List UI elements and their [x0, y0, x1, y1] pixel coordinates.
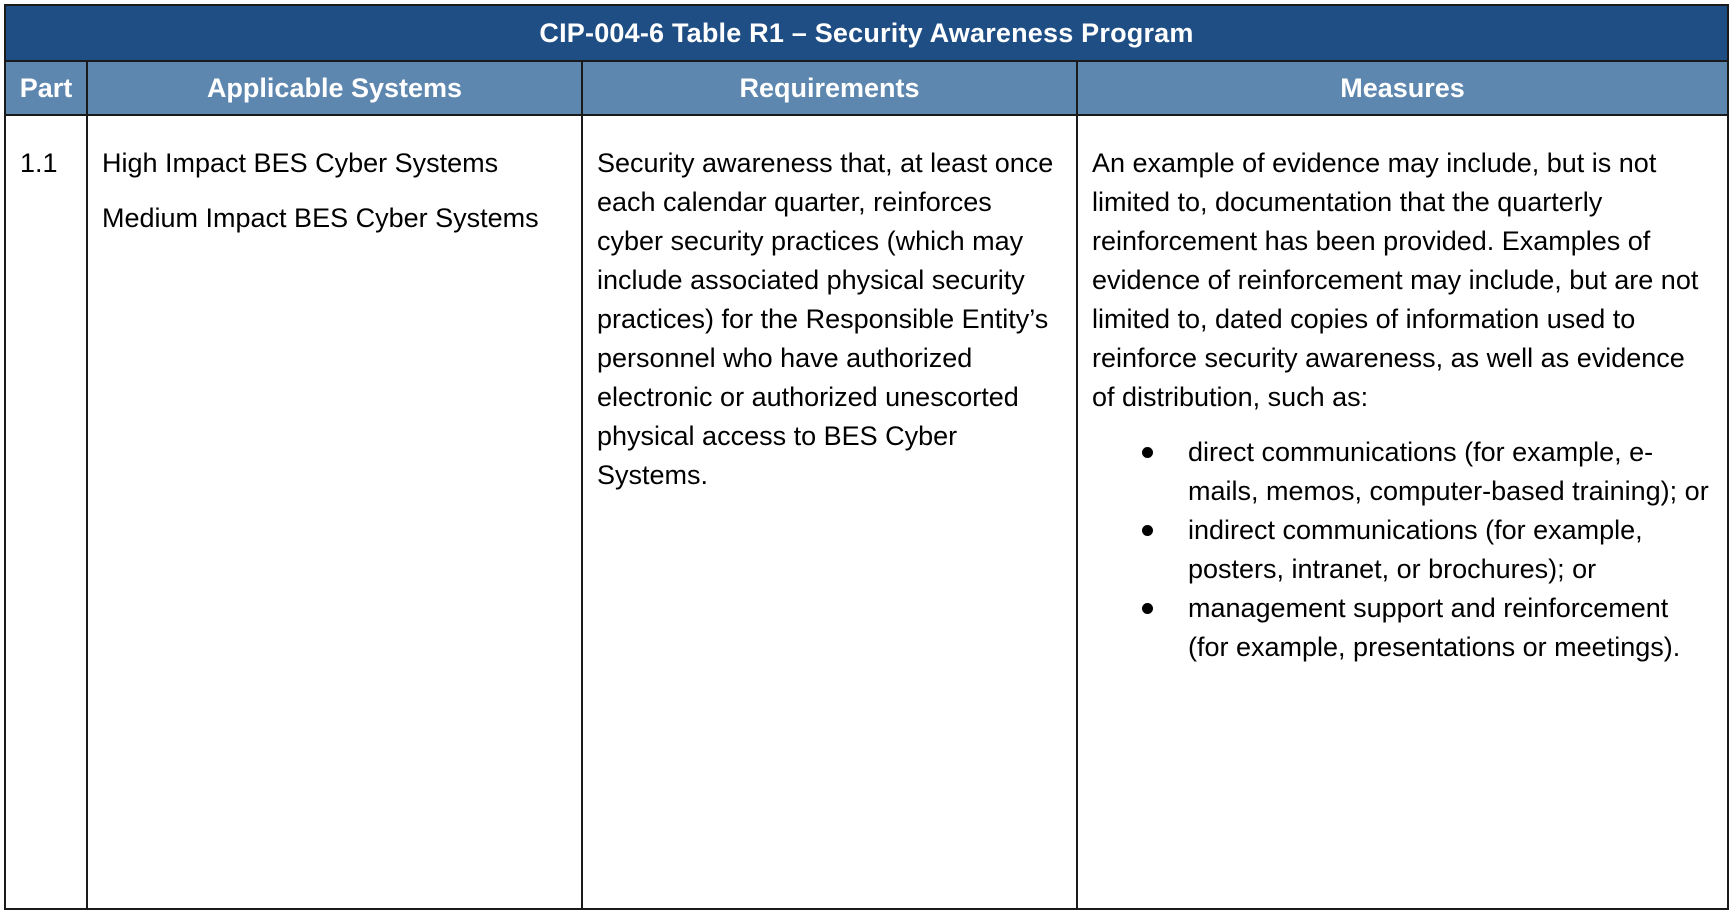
applicable-systems-cell: High Impact BES Cyber Systems Medium Imp… — [86, 114, 583, 910]
measures-intro: An example of evidence may include, but … — [1092, 148, 1699, 412]
header-requirements: Requirements — [581, 60, 1078, 116]
table-title-row: CIP-004-6 Table R1 – Security Awareness … — [4, 4, 1729, 62]
header-part: Part — [4, 60, 88, 116]
list-item: management support and reinforcement (fo… — [1142, 589, 1713, 667]
list-item: direct communications (for example, e-ma… — [1142, 433, 1713, 511]
bullet-icon — [1142, 525, 1153, 536]
list-item: indirect communications (for example, po… — [1142, 511, 1713, 589]
bullet-icon — [1142, 603, 1153, 614]
system-medium-impact: Medium Impact BES Cyber Systems — [102, 203, 539, 233]
header-measures: Measures — [1076, 60, 1729, 116]
measures-bullet-list: direct communications (for example, e-ma… — [1092, 433, 1713, 667]
bullet-icon — [1142, 447, 1153, 458]
table-header-row: Part Applicable Systems Requirements Mea… — [4, 60, 1729, 116]
requirement-text: Security awareness that, at least once e… — [597, 148, 1054, 490]
bullet-text-management: management support and reinforcement (fo… — [1188, 593, 1681, 662]
table-row: 1.1 High Impact BES Cyber Systems Medium… — [4, 114, 1729, 910]
system-high-impact: High Impact BES Cyber Systems — [102, 148, 499, 178]
part-number: 1.1 — [4, 114, 88, 910]
security-awareness-table: CIP-004-6 Table R1 – Security Awareness … — [4, 4, 1729, 910]
measures-cell: An example of evidence may include, but … — [1076, 114, 1729, 910]
table-title: CIP-004-6 Table R1 – Security Awareness … — [4, 4, 1729, 62]
bullet-text-direct: direct communications (for example, e-ma… — [1188, 437, 1709, 506]
requirements-cell: Security awareness that, at least once e… — [581, 114, 1078, 910]
bullet-text-indirect: indirect communications (for example, po… — [1188, 515, 1643, 584]
header-applicable-systems: Applicable Systems — [86, 60, 583, 116]
